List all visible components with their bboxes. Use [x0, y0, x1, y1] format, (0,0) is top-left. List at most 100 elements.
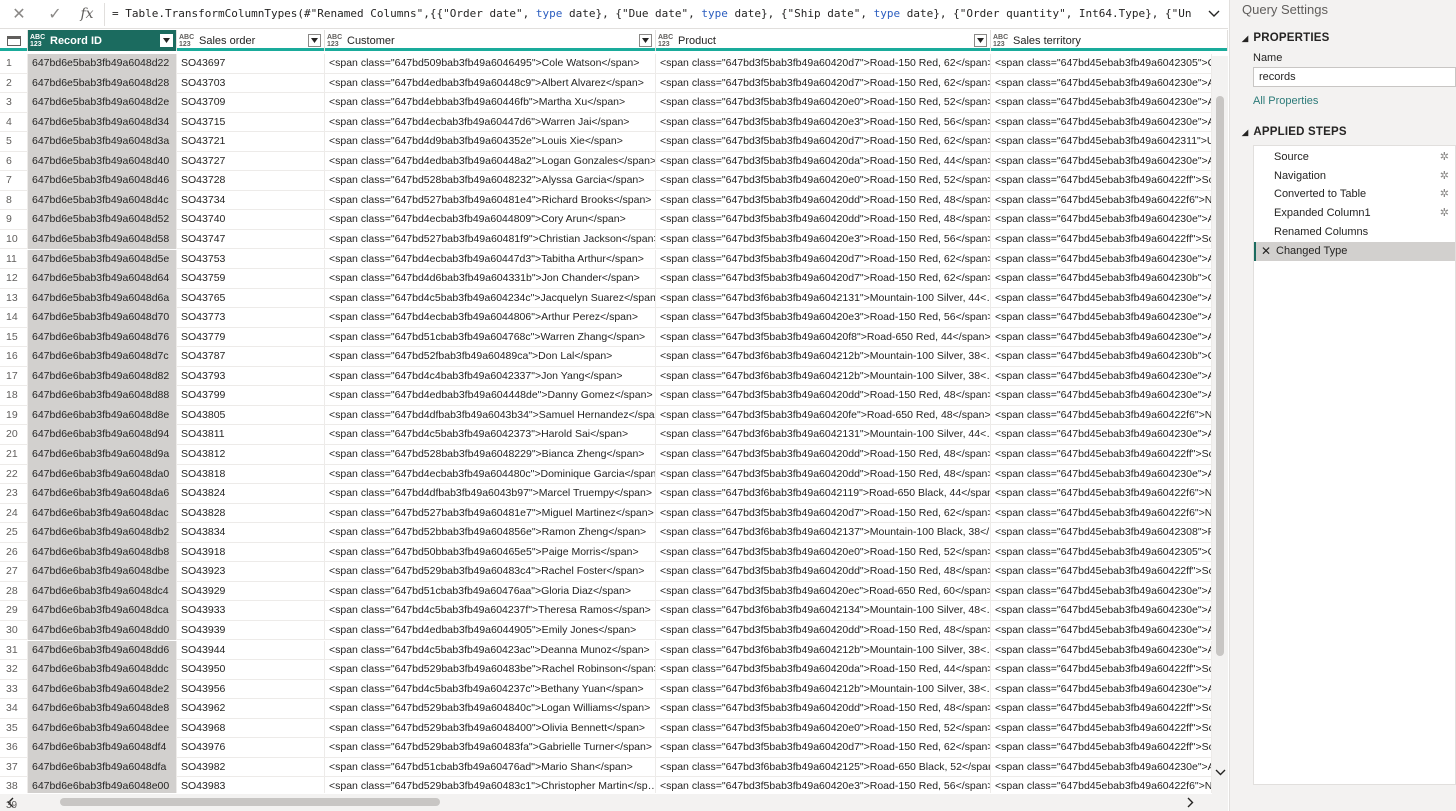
product-cell[interactable]: <span class="647bd3f5bab3fb49a60420e0">R… — [656, 718, 991, 739]
sales-territory-cell[interactable]: <span class="647bd45ebab3fb49a60422ff">S… — [991, 562, 1212, 582]
product-cell[interactable]: <span class="647bd3f5bab3fb49a60420f8">R… — [656, 327, 991, 348]
sales-order-cell[interactable]: SO43982 — [177, 757, 325, 778]
record-id-cell[interactable]: 647bd6e6bab3fb49a6048dac — [28, 503, 177, 524]
sales-territory-cell[interactable]: <span class="647bd45ebab3fb49a60422ff">S… — [991, 660, 1212, 680]
column-header-record-id[interactable]: ABC 123 Record ID — [28, 30, 177, 51]
filter-dropdown-icon[interactable] — [160, 34, 173, 47]
record-id-cell[interactable]: 647bd6e6bab3fb49a6048db2 — [28, 523, 177, 543]
sales-order-cell[interactable]: SO43715 — [177, 112, 325, 133]
sales-territory-cell[interactable]: <span class="647bd45ebab3fb49a604230e">A… — [991, 249, 1212, 269]
record-id-cell[interactable]: 647bd6e6bab3fb49a6048d82 — [28, 366, 177, 387]
product-cell[interactable]: <span class="647bd3f5bab3fb49a60420dd">R… — [656, 386, 991, 406]
record-id-cell[interactable]: 647bd6e6bab3fb49a6048d88 — [28, 386, 177, 406]
sales-territory-cell[interactable]: <span class="647bd45ebab3fb49a6042305">C… — [991, 54, 1212, 74]
all-properties-link[interactable]: All Properties — [1253, 95, 1318, 107]
scroll-down-icon[interactable] — [1212, 764, 1228, 780]
customer-cell[interactable]: <span class="647bd4edbab3fb49a60448a2">L… — [325, 151, 656, 172]
product-cell[interactable]: <span class="647bd3f5bab3fb49a60420e0">R… — [656, 542, 991, 563]
sales-territory-cell[interactable]: <span class="647bd45ebab3fb49a604230e">A… — [991, 640, 1212, 660]
product-cell[interactable]: <span class="647bd3f5bab3fb49a60420da">R… — [656, 151, 991, 172]
record-id-cell[interactable]: 647bd6e5bab3fb49a6048d22 — [28, 54, 177, 74]
vertical-scrollbar[interactable] — [1212, 56, 1228, 794]
record-id-cell[interactable]: 647bd6e6bab3fb49a6048d9a — [28, 445, 177, 465]
applied-step-item[interactable]: Expanded Column1 ✲ — [1254, 204, 1455, 223]
product-cell[interactable]: <span class="647bd3f5bab3fb49a60420e0">R… — [656, 171, 991, 191]
sales-order-cell[interactable]: SO43753 — [177, 249, 325, 269]
customer-cell[interactable]: <span class="647bd529bab3fb49a604840c">L… — [325, 699, 656, 719]
customer-cell[interactable]: <span class="647bd529bab3fb49a60483fa">G… — [325, 738, 656, 758]
record-id-cell[interactable]: 647bd6e5bab3fb49a6048d58 — [28, 229, 177, 250]
record-id-cell[interactable]: 647bd6e5bab3fb49a6048d70 — [28, 308, 177, 328]
sales-order-cell[interactable]: SO43799 — [177, 386, 325, 406]
sales-territory-cell[interactable]: <span class="647bd45ebab3fb49a60422f6">N… — [991, 503, 1212, 524]
record-id-cell[interactable]: 647bd6e6bab3fb49a6048df4 — [28, 738, 177, 758]
sales-order-cell[interactable]: SO43939 — [177, 620, 325, 641]
product-cell[interactable]: <span class="647bd3f5bab3fb49a60420dd">R… — [656, 620, 991, 641]
product-cell[interactable]: <span class="647bd3f5bab3fb49a60420dd">R… — [656, 445, 991, 465]
record-id-cell[interactable]: 647bd6e6bab3fb49a6048dbe — [28, 562, 177, 582]
applied-steps-section-toggle[interactable]: ◢ APPLIED STEPS — [1242, 126, 1347, 138]
sales-territory-cell[interactable]: <span class="647bd45ebab3fb49a604230e">A… — [991, 757, 1212, 778]
close-icon[interactable]: ✕ — [6, 3, 32, 25]
customer-cell[interactable]: <span class="647bd528bab3fb49a6048229">B… — [325, 445, 656, 465]
sales-order-cell[interactable]: SO43805 — [177, 405, 325, 426]
fx-icon[interactable]: fx — [74, 3, 100, 25]
applied-step-item[interactable]: Renamed Columns — [1254, 223, 1455, 242]
customer-cell[interactable]: <span class="647bd4c5bab3fb49a604234c">J… — [325, 288, 656, 309]
filter-dropdown-icon[interactable] — [308, 34, 321, 47]
customer-cell[interactable]: <span class="647bd4dfbab3fb49a6043b34">S… — [325, 405, 656, 426]
column-header-sales-order[interactable]: ABC 123 Sales order — [177, 30, 325, 51]
product-cell[interactable]: <span class="647bd3f5bab3fb49a60420dd">R… — [656, 562, 991, 582]
record-id-cell[interactable]: 647bd6e5bab3fb49a6048d52 — [28, 210, 177, 230]
customer-cell[interactable]: <span class="647bd529bab3fb49a60483c4">R… — [325, 562, 656, 582]
sales-order-cell[interactable]: SO43923 — [177, 562, 325, 582]
sales-territory-cell[interactable]: <span class="647bd45ebab3fb49a604230b">G… — [991, 269, 1212, 289]
sales-territory-cell[interactable]: <span class="647bd45ebab3fb49a60422f6">N… — [991, 777, 1212, 793]
sales-territory-cell[interactable]: <span class="647bd45ebab3fb49a60422f6">N… — [991, 405, 1212, 426]
sales-order-cell[interactable]: SO43765 — [177, 288, 325, 309]
record-id-cell[interactable]: 647bd6e5bab3fb49a6048d2e — [28, 93, 177, 113]
column-type-icon[interactable]: ABC 123 — [658, 34, 678, 48]
customer-cell[interactable]: <span class="647bd4c5bab3fb49a60423ac">D… — [325, 640, 656, 660]
record-id-cell[interactable]: 647bd6e6bab3fb49a6048d8e — [28, 405, 177, 426]
customer-cell[interactable]: <span class="647bd4edbab3fb49a6044905">E… — [325, 620, 656, 641]
product-cell[interactable]: <span class="647bd3f6bab3fb49a604212b">M… — [656, 347, 991, 367]
product-cell[interactable]: <span class="647bd3f5bab3fb49a60420e3">R… — [656, 308, 991, 328]
record-id-cell[interactable]: 647bd6e6bab3fb49a6048dca — [28, 601, 177, 621]
filter-dropdown-icon[interactable] — [639, 34, 652, 47]
customer-cell[interactable]: <span class="647bd4d6bab3fb49a604331b">J… — [325, 269, 656, 289]
sales-territory-cell[interactable]: <span class="647bd45ebab3fb49a60422ff">S… — [991, 229, 1212, 250]
sales-territory-cell[interactable]: <span class="647bd45ebab3fb49a604230e">A… — [991, 464, 1212, 485]
sales-order-cell[interactable]: SO43933 — [177, 601, 325, 621]
applied-step-item[interactable]: Source ✲ — [1254, 148, 1455, 167]
record-id-cell[interactable]: 647bd6e6bab3fb49a6048de2 — [28, 679, 177, 700]
sales-order-cell[interactable]: SO43779 — [177, 327, 325, 348]
record-id-cell[interactable]: 647bd6e6bab3fb49a6048dd6 — [28, 640, 177, 660]
sales-order-cell[interactable]: SO43968 — [177, 718, 325, 739]
gear-icon[interactable]: ✲ — [1440, 148, 1449, 167]
record-id-cell[interactable]: 647bd6e6bab3fb49a6048d76 — [28, 327, 177, 348]
product-cell[interactable]: <span class="647bd3f6bab3fb49a604212b">M… — [656, 366, 991, 387]
sales-territory-cell[interactable]: <span class="647bd45ebab3fb49a604230e">A… — [991, 93, 1212, 113]
sales-territory-cell[interactable]: <span class="647bd45ebab3fb49a60422f6">N… — [991, 484, 1212, 504]
sales-territory-cell[interactable]: <span class="647bd45ebab3fb49a604230e">A… — [991, 581, 1212, 602]
sales-territory-cell[interactable]: <span class="647bd45ebab3fb49a60422ff">S… — [991, 718, 1212, 739]
vertical-scroll-thumb[interactable] — [1216, 96, 1224, 656]
sales-order-cell[interactable]: SO43811 — [177, 425, 325, 445]
customer-cell[interactable]: <span class="647bd528bab3fb49a6048232">A… — [325, 171, 656, 191]
product-cell[interactable]: <span class="647bd3f5bab3fb49a60420dd">R… — [656, 464, 991, 485]
properties-section-toggle[interactable]: ◢ PROPERTIES — [1242, 32, 1330, 44]
product-cell[interactable]: <span class="647bd3f5bab3fb49a60420e3">R… — [656, 112, 991, 133]
sales-territory-cell[interactable]: <span class="647bd45ebab3fb49a60422ff">S… — [991, 738, 1212, 758]
sales-order-cell[interactable]: SO43709 — [177, 93, 325, 113]
record-id-cell[interactable]: 647bd6e5bab3fb49a6048d3a — [28, 132, 177, 152]
record-id-cell[interactable]: 647bd6e6bab3fb49a6048dc4 — [28, 581, 177, 602]
product-cell[interactable]: <span class="647bd3f6bab3fb49a6042131">M… — [656, 288, 991, 309]
customer-cell[interactable]: <span class="647bd4edbab3fb49a604448de">… — [325, 386, 656, 406]
applied-step-item[interactable]: Navigation ✲ — [1254, 167, 1455, 186]
sales-order-cell[interactable]: SO43721 — [177, 132, 325, 152]
sales-order-cell[interactable]: SO43983 — [177, 777, 325, 793]
chevron-down-icon[interactable] — [1204, 5, 1224, 23]
record-id-cell[interactable]: 647bd6e6bab3fb49a6048db8 — [28, 542, 177, 563]
sales-order-cell[interactable]: SO43740 — [177, 210, 325, 230]
